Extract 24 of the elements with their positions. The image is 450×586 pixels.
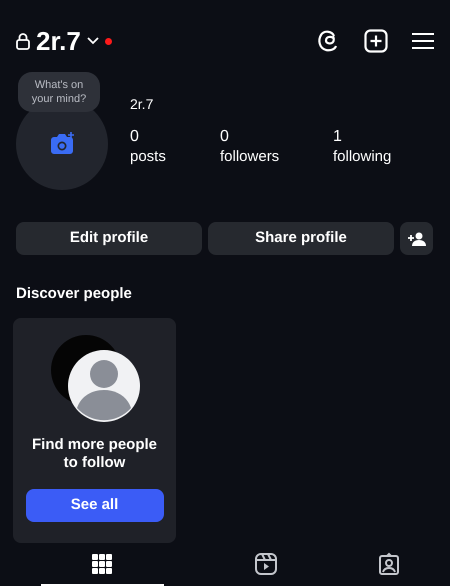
stat-label[interactable]: followers xyxy=(220,147,333,167)
profile-action-button[interactable]: Share profile xyxy=(208,222,394,255)
add-person-button[interactable] xyxy=(400,222,433,255)
at-sign-icon[interactable] xyxy=(316,28,340,54)
profile-name: 2r.7 xyxy=(130,95,154,114)
section-title: Discover people xyxy=(15,284,133,304)
profile-action-button[interactable]: Edit profile xyxy=(16,222,202,255)
stat-count: 0 xyxy=(130,127,140,147)
see-all-button[interactable]: See all xyxy=(26,488,164,522)
suggestion-text: Find more people to follow xyxy=(30,436,158,472)
chevron-down-icon[interactable] xyxy=(86,37,99,45)
menu-icon[interactable] xyxy=(412,32,434,50)
account-username[interactable]: 2r.7 xyxy=(36,28,81,54)
person-tag-icon xyxy=(376,552,401,576)
stat-count: 0 xyxy=(220,127,230,147)
stat-label[interactable]: posts xyxy=(130,147,220,167)
grid-icon xyxy=(92,554,112,574)
note-tooltip[interactable]: What's on your mind? xyxy=(18,72,100,112)
stat-label[interactable]: following xyxy=(333,147,423,167)
add-square-icon[interactable] xyxy=(364,29,388,53)
stat-count: 1 xyxy=(333,127,343,147)
reels-icon xyxy=(254,552,278,576)
camera-plus-icon xyxy=(49,132,75,156)
add-person-icon xyxy=(408,232,426,246)
